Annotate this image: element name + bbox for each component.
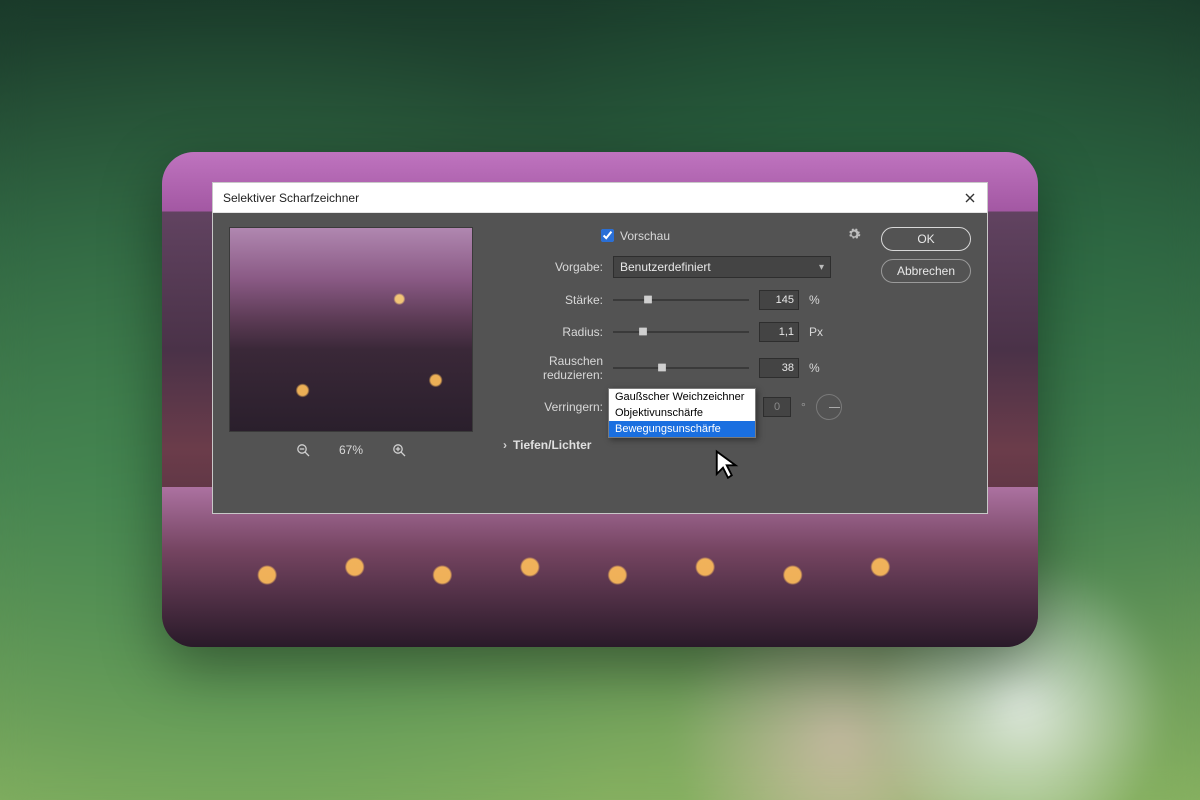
strength-unit: % bbox=[809, 293, 827, 307]
cancel-button[interactable]: Abbrechen bbox=[881, 259, 971, 283]
noise-label: Rauschen reduzieren: bbox=[491, 354, 603, 382]
noise-unit: % bbox=[809, 361, 827, 375]
dialog-window: Selektiver Scharfzeichner 67% bbox=[212, 182, 988, 514]
zoom-out-icon[interactable] bbox=[295, 442, 311, 458]
strength-slider[interactable] bbox=[613, 291, 749, 309]
preview-checkbox-label: Vorschau bbox=[620, 229, 670, 243]
noise-value[interactable] bbox=[759, 358, 799, 378]
degree-symbol: ° bbox=[801, 400, 806, 414]
preview-checkbox[interactable]: Vorschau bbox=[601, 229, 670, 243]
preset-label: Vorgabe: bbox=[491, 260, 603, 274]
radius-slider[interactable] bbox=[613, 323, 749, 341]
close-icon[interactable] bbox=[963, 191, 977, 205]
zoom-level: 67% bbox=[339, 443, 363, 457]
preview-thumbnail bbox=[229, 227, 473, 432]
preset-select[interactable]: Benutzerdefiniert ▾ bbox=[613, 256, 831, 278]
window-title: Selektiver Scharfzeichner bbox=[223, 191, 359, 205]
angle-wheel[interactable] bbox=[816, 394, 842, 420]
noise-slider[interactable] bbox=[613, 359, 749, 377]
reduce-option[interactable]: Objektivunschärfe bbox=[609, 405, 755, 421]
reduce-option[interactable]: Gaußscher Weichzeichner bbox=[609, 389, 755, 405]
screenshot-card: Selektiver Scharfzeichner 67% bbox=[162, 152, 1038, 647]
preview-checkbox-input[interactable] bbox=[601, 229, 614, 242]
radius-unit: Px bbox=[809, 325, 827, 339]
radius-label: Radius: bbox=[491, 325, 603, 339]
disclosure-triangle-icon: › bbox=[503, 438, 507, 452]
zoom-in-icon[interactable] bbox=[391, 442, 407, 458]
reduce-label: Verringern: bbox=[491, 400, 603, 414]
shadows-highlights-section[interactable]: ›Tiefen/Lichter bbox=[503, 438, 971, 452]
reduce-dropdown-list: Gaußscher Weichzeichner Objektivunschärf… bbox=[608, 388, 756, 438]
radius-value[interactable] bbox=[759, 322, 799, 342]
strength-value[interactable] bbox=[759, 290, 799, 310]
ok-button[interactable]: OK bbox=[881, 227, 971, 251]
chevron-down-icon: ▾ bbox=[819, 262, 824, 273]
reduce-option[interactable]: Bewegungsunschärfe bbox=[609, 421, 755, 437]
gear-icon[interactable] bbox=[847, 227, 861, 244]
preset-value: Benutzerdefiniert bbox=[620, 260, 711, 274]
strength-label: Stärke: bbox=[491, 293, 603, 307]
titlebar: Selektiver Scharfzeichner bbox=[213, 183, 987, 213]
angle-value[interactable]: 0 bbox=[763, 397, 791, 417]
